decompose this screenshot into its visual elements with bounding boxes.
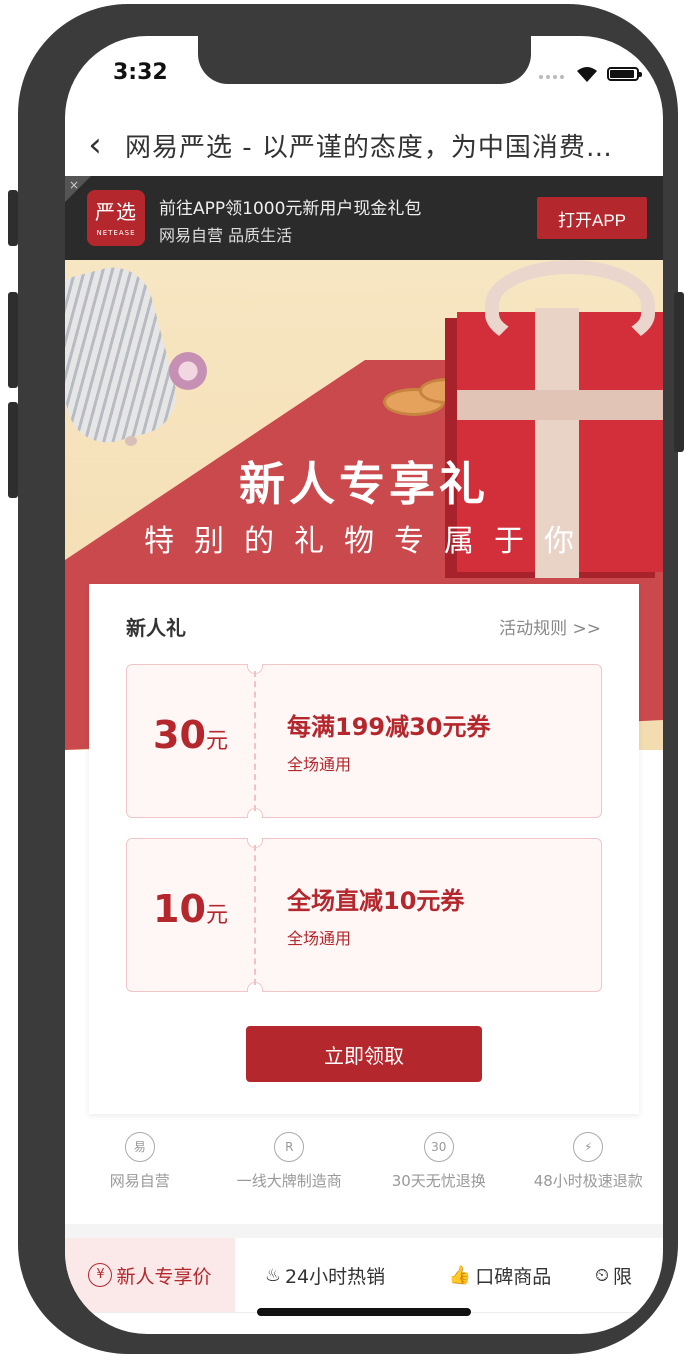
app-logo-cn: 严选: [95, 200, 137, 224]
page-title: 网易严选 - 以严谨的态度，为中国消费者甄选天下优品: [125, 132, 630, 163]
new-user-gift-card: 新人礼 活动规则 >> 30元 每满199减30元券 全场通用 10元 全场直减…: [89, 584, 639, 1114]
notch: [198, 36, 531, 84]
home-indicator[interactable]: [257, 1308, 471, 1316]
app-logo-en: NETEASE: [96, 229, 136, 237]
section-gap: [65, 1224, 663, 1238]
bow-image: [485, 260, 655, 350]
lightning-icon: ⚡: [573, 1132, 604, 1162]
feature-label: 网易自营: [109, 1172, 170, 1190]
pebble-image: [125, 436, 137, 446]
app-download-banner: × 严选 NETEASE 前往APP领1000元新用户现金礼包 网易自营 品质生…: [65, 176, 663, 260]
wifi-icon: [577, 66, 597, 82]
coupon-scope: 全场通用: [287, 755, 352, 774]
status-time: 3:32: [113, 60, 168, 85]
feature-label: 48小时极速退款: [533, 1172, 643, 1190]
flower-image: [169, 352, 207, 390]
yen-icon: ¥: [88, 1263, 113, 1287]
coupon-amount: 30元: [153, 713, 228, 757]
screen: 3:32 ‹ 网易严选 - 以严谨的态度，为中国消费者甄选天下优品 × 严选 N…: [65, 36, 663, 1334]
pillow-image: [65, 260, 186, 452]
feature-30-day-return: 30 30天无忧退换: [364, 1132, 514, 1212]
volume-up-button: [8, 292, 18, 388]
tab-limited[interactable]: ⏲ 限: [585, 1238, 663, 1312]
feature-label: 30天无忧退换: [391, 1172, 486, 1190]
app-logo: 严选 NETEASE: [87, 190, 145, 246]
tab-new-user-price[interactable]: ¥ 新人专享价: [65, 1238, 235, 1312]
hero-subtitle: 特别的礼物专属于你: [144, 524, 594, 559]
timer-icon: ⏲: [595, 1264, 610, 1286]
coupon-title: 每满199减30元券: [287, 713, 491, 741]
registered-icon: R: [274, 1132, 305, 1162]
nav-bar: ‹ 网易严选 - 以严谨的态度，为中国消费者甄选天下优品: [65, 114, 663, 176]
flame-icon: ♨: [264, 1264, 281, 1286]
category-tabs: ¥ 新人专享价 ♨ 24小时热销 👍 口碑商品 ⏲ 限: [65, 1238, 663, 1313]
tab-label: 24小时热销: [284, 1265, 386, 1288]
signal-icon: [539, 64, 567, 83]
feature-self-operated: 易 网易自营: [65, 1132, 215, 1212]
rules-link[interactable]: 活动规则 >>: [499, 614, 601, 639]
thirty-days-icon: 30: [423, 1132, 454, 1162]
hero-title: 新人专享礼: [239, 457, 489, 511]
self-operated-icon: 易: [124, 1132, 155, 1162]
feature-fast-refund: ⚡ 48小时极速退款: [514, 1132, 664, 1212]
volume-down-button: [8, 402, 18, 498]
close-icon[interactable]: ×: [69, 178, 79, 192]
tab-label: 口碑商品: [475, 1265, 552, 1288]
chevron-left-icon[interactable]: ‹: [65, 128, 125, 162]
tab-label: 限: [613, 1265, 633, 1288]
thumbs-up-icon: 👍: [448, 1264, 472, 1286]
banner-subline: 网易自营 品质生活: [159, 226, 293, 245]
battery-icon: [607, 66, 642, 81]
coupon-scope: 全场通用: [287, 929, 352, 948]
coupon-amount: 10元: [153, 887, 228, 931]
status-icons: [539, 64, 642, 83]
open-app-button[interactable]: 打开APP: [537, 197, 647, 239]
banner-headline: 前往APP领1000元新用户现金礼包: [159, 199, 422, 219]
tab-reputation[interactable]: 👍 口碑商品: [415, 1238, 585, 1312]
tab-label: 新人专享价: [116, 1265, 212, 1288]
feature-strip: 易 网易自营 R 一线大牌制造商 30 30天无忧退换 ⚡ 48小时极速退款: [65, 1132, 663, 1212]
card-title: 新人礼: [126, 616, 186, 640]
feature-brand-maker: R 一线大牌制造商: [215, 1132, 365, 1212]
mute-switch: [8, 190, 18, 246]
tab-24h-hot[interactable]: ♨ 24小时热销: [235, 1238, 415, 1312]
claim-button[interactable]: 立即领取: [246, 1026, 482, 1082]
coupon-10[interactable]: 10元 全场直减10元券 全场通用: [126, 838, 602, 992]
ribbon-horizontal: [457, 390, 663, 420]
feature-label: 一线大牌制造商: [236, 1172, 342, 1190]
coupon-title: 全场直减10元券: [287, 887, 465, 915]
coupon-30[interactable]: 30元 每满199减30元券 全场通用: [126, 664, 602, 818]
